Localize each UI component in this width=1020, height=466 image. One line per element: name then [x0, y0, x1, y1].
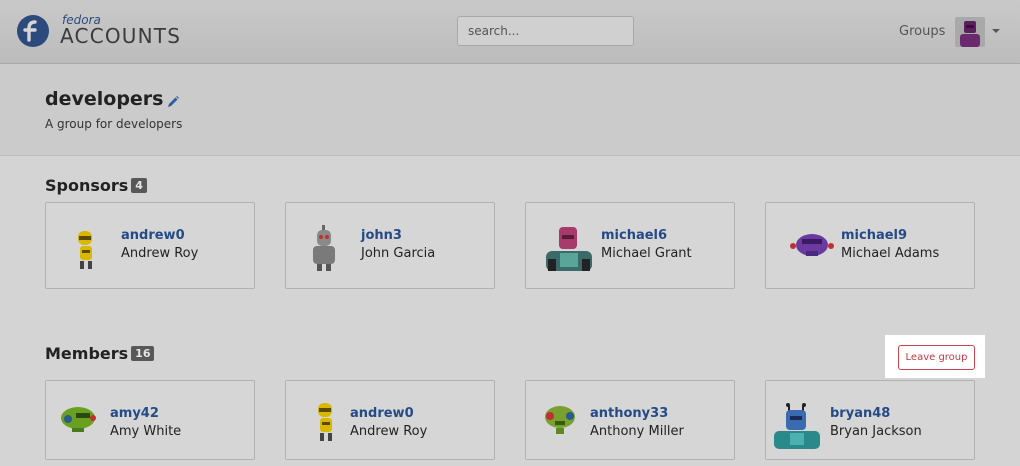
member-card[interactable]: anthony33 Anthony Miller — [525, 380, 735, 460]
member-fullname: Andrew Roy — [350, 424, 428, 439]
yellow-robot-avatar-icon — [318, 403, 332, 441]
members-heading: Members 16 — [45, 344, 155, 363]
chevron-down-icon[interactable] — [992, 29, 1000, 33]
group-header: developers A group for developers — [0, 64, 1020, 156]
sponsor-username[interactable]: andrew0 — [121, 228, 185, 243]
member-fullname: Bryan Jackson — [830, 424, 922, 439]
sponsors-title: Sponsors — [45, 176, 129, 195]
member-username[interactable]: andrew0 — [350, 406, 414, 421]
sponsor-card[interactable]: john3 John Garcia — [285, 202, 495, 289]
search-input[interactable] — [457, 16, 634, 46]
top-navbar: fedora ACCOUNTS Groups — [0, 0, 1020, 64]
member-card[interactable]: amy42 Amy White — [45, 380, 255, 460]
yellow-robot-avatar-icon — [78, 231, 92, 269]
sponsor-fullname: Michael Grant — [601, 246, 692, 261]
green-robot-2-avatar-icon — [545, 406, 575, 434]
member-username[interactable]: bryan48 — [830, 406, 890, 421]
sponsors-heading: Sponsors 4 — [45, 176, 147, 195]
members-title: Members — [45, 344, 129, 363]
leave-group-button[interactable]: Leave group — [898, 345, 975, 370]
member-fullname: Anthony Miller — [590, 424, 684, 439]
sponsor-card[interactable]: andrew0 Andrew Roy — [45, 202, 255, 289]
sponsor-username[interactable]: michael9 — [841, 228, 907, 243]
user-avatar-icon — [955, 17, 985, 47]
green-robot-avatar-icon — [61, 407, 96, 432]
sponsor-card[interactable]: michael9 Michael Adams — [765, 202, 975, 289]
sponsors-count-badge: 4 — [131, 178, 147, 193]
blue-robot-avatar-icon — [774, 403, 820, 449]
sponsor-fullname: Michael Adams — [841, 246, 940, 261]
member-card[interactable]: bryan48 Bryan Jackson — [765, 380, 975, 460]
member-card[interactable]: andrew0 Andrew Roy — [285, 380, 495, 460]
pencil-icon[interactable] — [166, 95, 180, 109]
sponsor-fullname: John Garcia — [361, 246, 436, 261]
member-username[interactable]: anthony33 — [590, 406, 668, 421]
nav-groups-link[interactable]: Groups — [899, 24, 945, 39]
members-count-badge: 16 — [131, 346, 155, 361]
group-title: developers — [45, 88, 164, 110]
fedora-logo-icon[interactable] — [16, 14, 50, 48]
purple-robot-avatar-icon — [790, 234, 834, 256]
user-avatar[interactable] — [955, 17, 985, 47]
brand-accounts-text[interactable]: ACCOUNTS — [60, 25, 181, 47]
sponsor-username[interactable]: john3 — [361, 228, 402, 243]
sponsor-fullname: Andrew Roy — [121, 246, 199, 261]
group-description: A group for developers — [45, 117, 183, 131]
sponsor-username[interactable]: michael6 — [601, 228, 667, 243]
sponsor-card[interactable]: michael6 Michael Grant — [525, 202, 735, 289]
pink-robot-avatar-icon — [546, 227, 592, 271]
member-fullname: Amy White — [110, 424, 182, 439]
grey-robot-avatar-icon — [313, 225, 335, 271]
member-username[interactable]: amy42 — [110, 406, 159, 421]
